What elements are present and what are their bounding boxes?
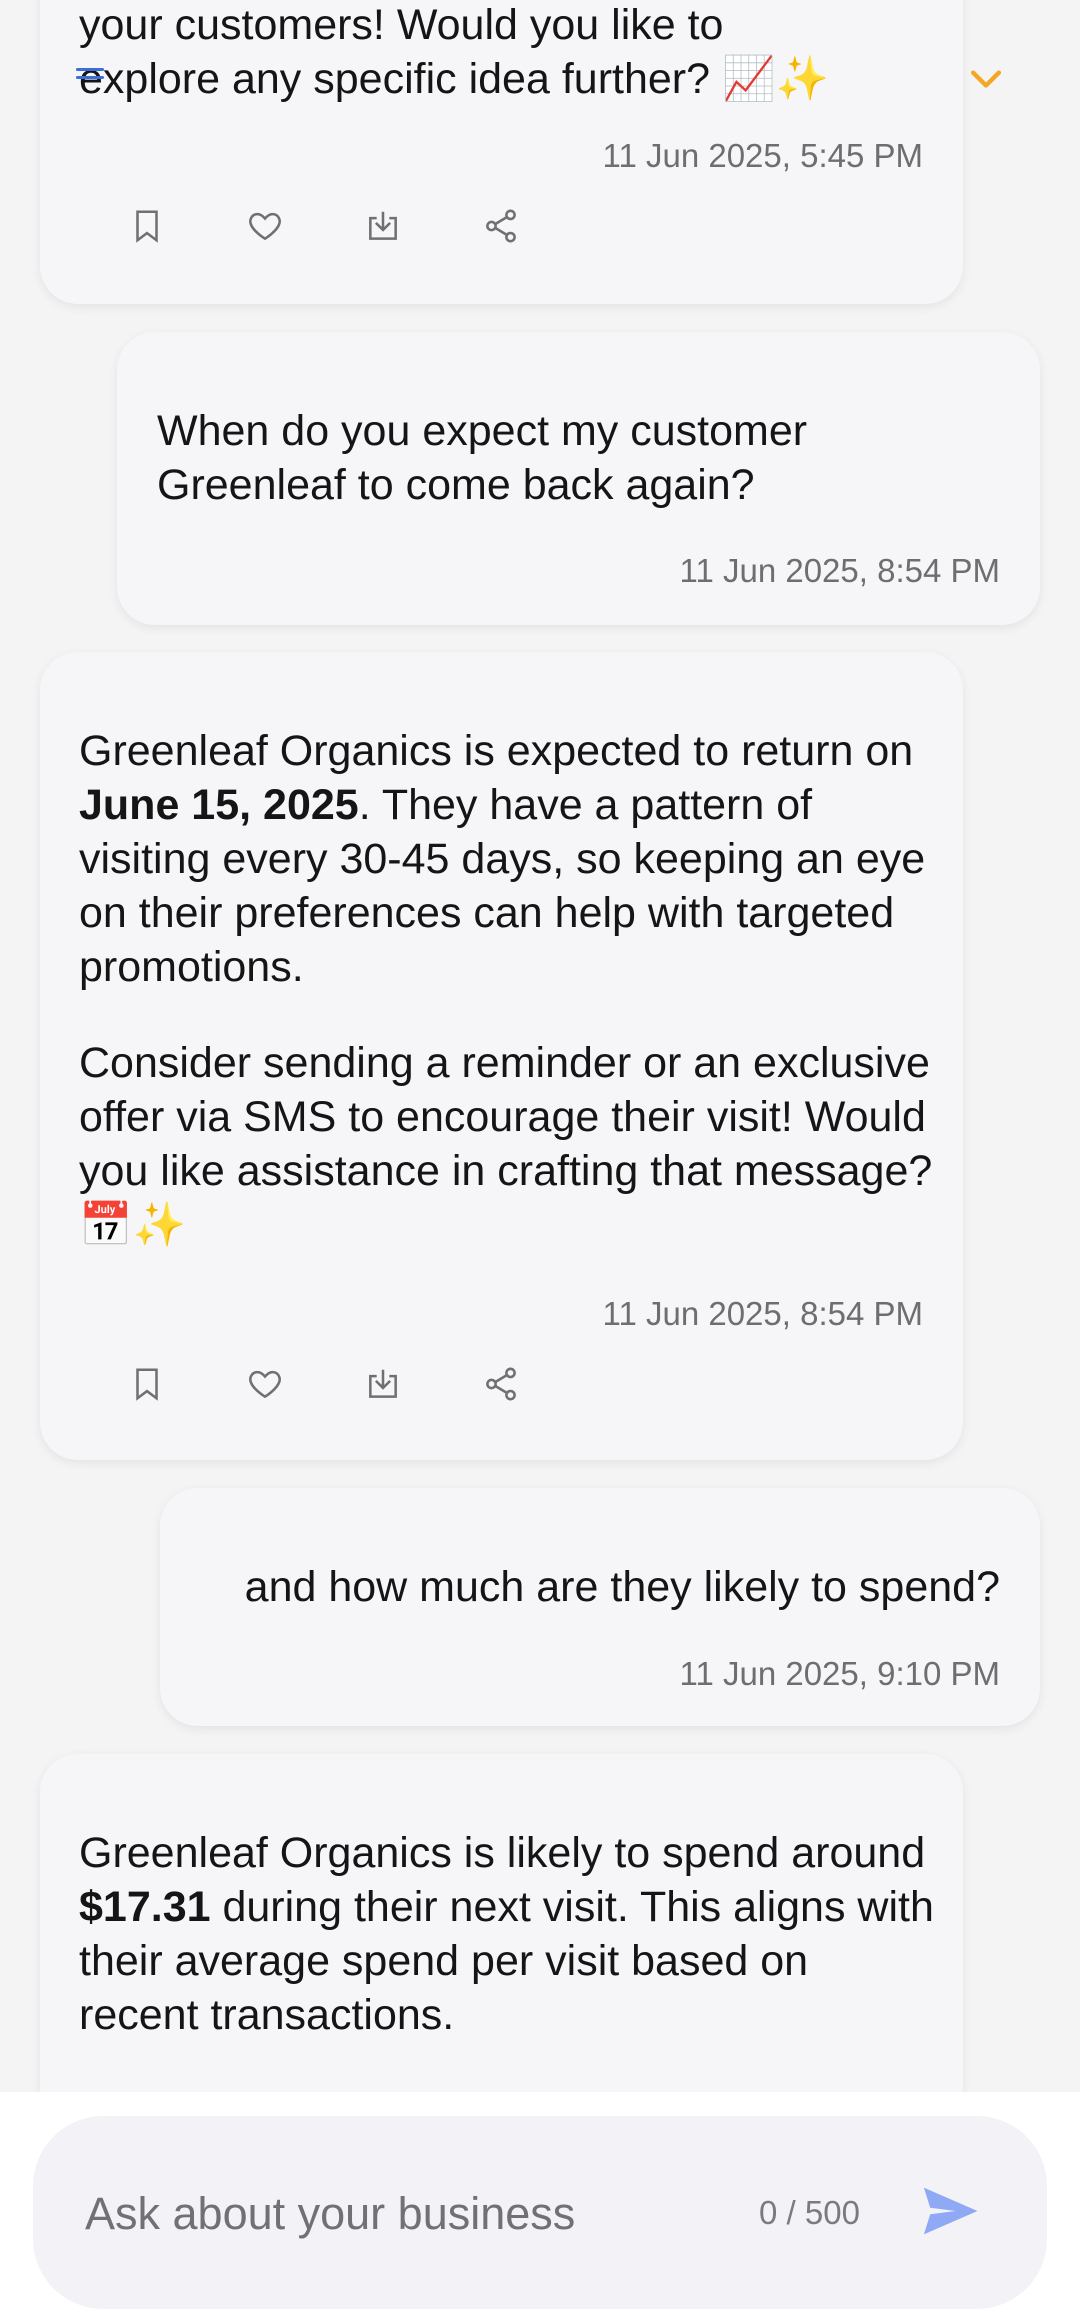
composer-bar: 0 / 500 [0, 2092, 1080, 2309]
message-paragraph: Greenleaf Organics is expected to return… [79, 727, 926, 991]
emoji-chart-sparkles: 📈✨ [721, 55, 830, 103]
share-button[interactable] [471, 196, 531, 256]
character-counter: 0 / 500 [759, 2194, 860, 2231]
message-composer: 0 / 500 [33, 2116, 1047, 2309]
message-timestamp: 11 Jun 2025, 9:10 PM [679, 1655, 1000, 1692]
user-message: When do you expect my customer Greenleaf… [117, 332, 1040, 625]
send-icon[interactable] [917, 2178, 983, 2244]
message-actions [117, 1354, 531, 1414]
message-line: your customers! Would you like to [79, 1, 724, 49]
message-text: Greenleaf Organics is likely to spend ar… [79, 1826, 939, 2042]
message-text: your customers! Would you like to explor… [79, 0, 939, 106]
share-icon [486, 1367, 516, 1401]
message-timestamp: 11 Jun 2025, 5:45 PM [602, 137, 923, 174]
user-message: and how much are they likely to spend? 1… [160, 1488, 1040, 1726]
message-text: Greenleaf Organics is expected to return… [79, 724, 939, 1252]
bookmark-icon [136, 210, 158, 243]
download-button[interactable] [353, 196, 413, 256]
assistant-message: your customers! Would you like to explor… [40, 0, 963, 304]
spend-amount: $17.31 [79, 1883, 211, 1931]
share-icon [486, 209, 516, 243]
assistant-message: Greenleaf Organics is expected to return… [40, 652, 963, 1460]
chat-feed[interactable]: your customers! Would you like to explor… [0, 0, 1080, 2092]
message-input[interactable] [83, 2178, 727, 2250]
message-timestamp: 11 Jun 2025, 8:54 PM [679, 552, 1000, 589]
heart-icon [249, 1370, 281, 1399]
share-button[interactable] [471, 1354, 531, 1414]
message-paragraph: Greenleaf Organics is likely to spend ar… [79, 1829, 934, 2039]
download-button[interactable] [353, 1354, 413, 1414]
bookmark-icon [136, 1368, 158, 1401]
message-line: explore any specific idea further? 📈✨ [79, 55, 830, 103]
like-button[interactable] [235, 1354, 295, 1414]
heart-icon [249, 212, 281, 241]
message-actions [117, 196, 531, 256]
assistant-message: Greenleaf Organics is likely to spend ar… [40, 1754, 963, 2092]
chevron-down-icon[interactable] [964, 58, 1008, 102]
message-text: When do you expect my customer Greenleaf… [157, 407, 808, 509]
message-text: and how much are they likely to spend? [244, 1563, 1000, 1611]
return-date: June 15, 2025 [79, 781, 359, 829]
download-icon [369, 211, 397, 240]
message-timestamp: 11 Jun 2025, 8:54 PM [602, 1295, 923, 1332]
collapse-lines-icon[interactable] [74, 64, 114, 84]
bookmark-button[interactable] [117, 196, 177, 256]
emoji-calendar-sparkles: 📅✨ [79, 1201, 187, 1249]
like-button[interactable] [235, 196, 295, 256]
download-icon [369, 1369, 397, 1398]
message-paragraph: Consider sending a reminder or an exclus… [79, 1039, 933, 1249]
bookmark-button[interactable] [117, 1354, 177, 1414]
